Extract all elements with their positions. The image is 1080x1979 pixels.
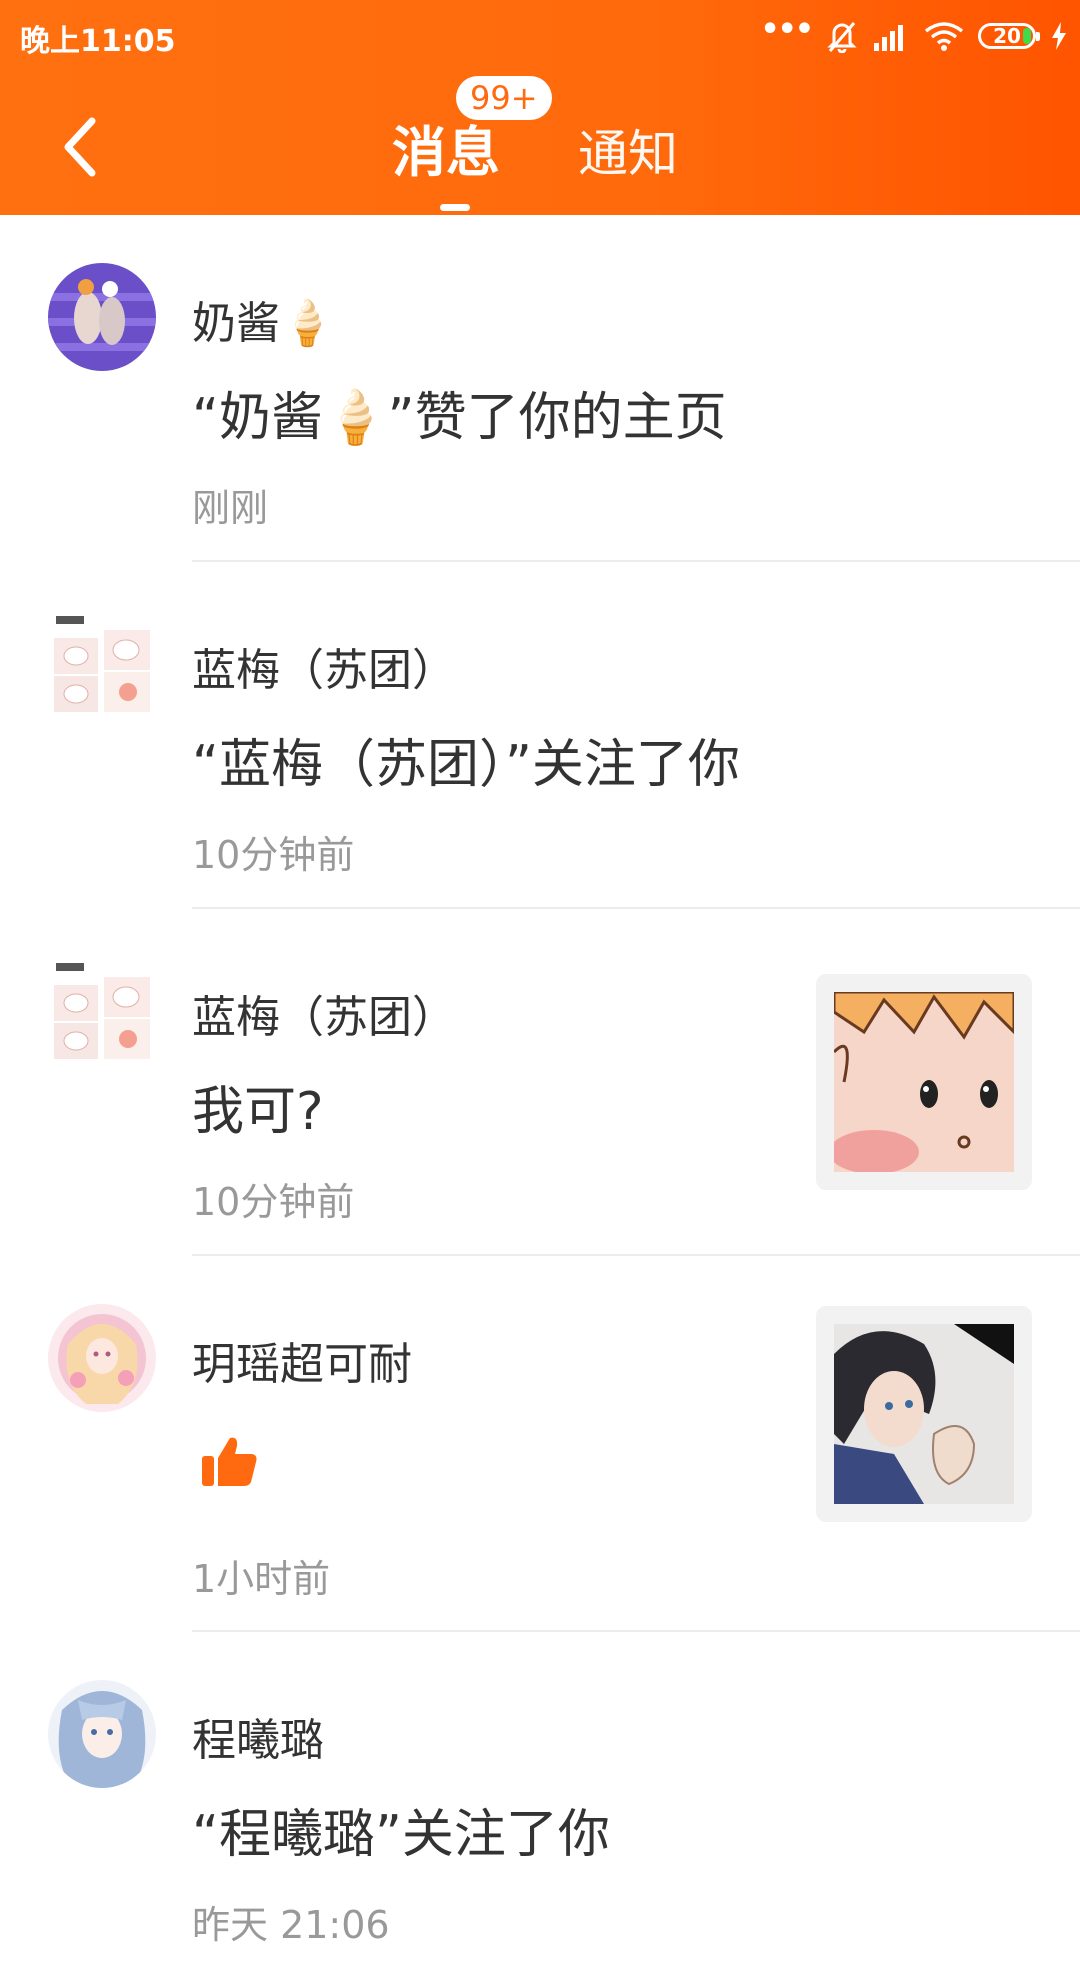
back-button[interactable] xyxy=(50,112,110,182)
timestamp: 1小时前 xyxy=(192,1557,331,1601)
battery-level: 20 xyxy=(993,24,1021,48)
username: 蓝梅（苏团） xyxy=(192,645,456,696)
wifi-icon xyxy=(924,22,964,51)
unread-badge: 99+ xyxy=(456,76,552,120)
more-dots-icon: ••• xyxy=(760,12,814,47)
battery-icon: 20 xyxy=(978,23,1040,49)
avatar[interactable] xyxy=(48,1304,156,1412)
username: 玥瑶超可耐 xyxy=(192,1339,412,1390)
username: 奶酱🍦 xyxy=(192,298,335,349)
header-bar: 晚上11:05 ••• 20 消息 99+ 通知 xyxy=(0,0,1080,215)
timestamp: 10分钟前 xyxy=(192,1180,355,1224)
avatar-cute-stickers xyxy=(48,957,156,1065)
signal-icon xyxy=(874,25,903,51)
message-content: “奶酱🍦”赞了你的主页 xyxy=(192,388,727,448)
avatar[interactable] xyxy=(48,610,156,718)
back-arrow-icon xyxy=(64,117,96,177)
avatar[interactable] xyxy=(48,263,156,371)
thumbnail[interactable] xyxy=(816,1306,1032,1522)
username: 蓝梅（苏团） xyxy=(192,992,456,1043)
status-bar: 晚上11:05 ••• 20 xyxy=(0,0,1080,72)
message-content: “蓝梅（苏团）”关注了你 xyxy=(192,735,740,795)
tab-notices[interactable]: 通知 xyxy=(578,114,678,186)
list-item[interactable]: 奶酱🍦 “奶酱🍦”赞了你的主页 刚刚 xyxy=(0,215,1080,562)
active-tab-indicator xyxy=(440,204,470,211)
bell-muted-icon xyxy=(827,22,857,53)
avatar[interactable] xyxy=(48,1680,156,1788)
thumbnail[interactable] xyxy=(816,974,1032,1190)
list-item[interactable]: 玥瑶超可耐 1小时前 xyxy=(0,1256,1080,1632)
cartoon-face-thumbnail xyxy=(834,992,1014,1172)
thumbs-up-icon xyxy=(200,1436,260,1492)
anime-boy-thumbnail xyxy=(834,1324,1014,1504)
charging-icon xyxy=(1052,22,1066,50)
avatar-pink-anime xyxy=(48,1304,156,1412)
avatar-purple-photo xyxy=(48,263,156,371)
list-item[interactable]: 蓝梅（苏团） 我可? 10分钟前 xyxy=(0,909,1080,1256)
list-item[interactable]: 蓝梅（苏团） “蓝梅（苏团）”关注了你 10分钟前 xyxy=(0,562,1080,909)
timestamp: 昨天 21:06 xyxy=(192,1903,390,1947)
status-icons: ••• 20 xyxy=(760,14,1068,58)
avatar-blue-anime xyxy=(48,1680,156,1788)
avatar[interactable] xyxy=(48,957,156,1065)
timestamp: 10分钟前 xyxy=(192,833,355,877)
message-content: “程曦璐”关注了你 xyxy=(192,1805,610,1865)
timestamp: 刚刚 xyxy=(192,486,269,530)
list-item[interactable]: 程曦璐 “程曦璐”关注了你 昨天 21:06 xyxy=(0,1632,1080,1979)
username: 程曦璐 xyxy=(192,1715,324,1766)
message-content: 我可? xyxy=(192,1082,324,1142)
avatar-cute-stickers xyxy=(48,610,156,718)
status-time: 晚上11:05 xyxy=(20,24,176,59)
